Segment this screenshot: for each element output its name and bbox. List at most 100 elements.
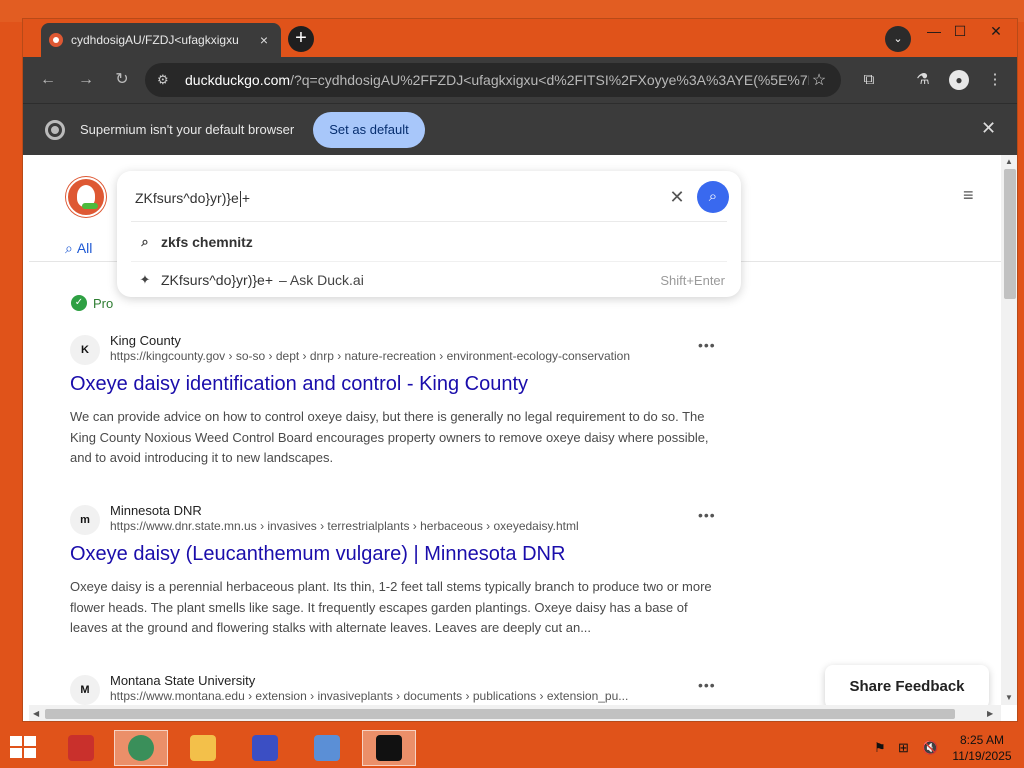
horizontal-scroll-thumb[interactable] [45,709,955,719]
result-url[interactable]: https://www.montana.edu › extension › in… [110,689,700,703]
flag-tray-icon[interactable]: ⚑ [874,740,886,756]
browser-app-icon [128,735,154,761]
protection-status[interactable]: ✓ Pro [71,295,113,311]
result-site-name[interactable]: King County [110,333,181,348]
result-favicon-icon: M [70,675,100,705]
tab-all[interactable]: ⌕ All [65,233,92,263]
browser-menu-icon[interactable]: ⋮ [983,68,1007,92]
suggestion-text: zkfs chemnitz [161,234,253,250]
browser-tab[interactable]: cydhdosigAU/FZDJ<ufagkxigxu × [41,23,281,57]
result-url[interactable]: https://www.dnr.state.mn.us › invasives … [110,519,700,533]
text-caret [239,191,241,208]
taskbar-app-terminal[interactable] [362,730,416,766]
search-submit-button[interactable]: ⌕ [697,181,729,213]
web-page: ≡ ⌕ All ✓ Pro K King County https://king… [29,155,1001,705]
duck-ai-sparkle-icon: ✦ [139,272,151,287]
address-domain: duckduckgo.com [185,72,291,88]
search-query-text: ZKfsurs^do}yr)}e [135,190,239,206]
profile-avatar-icon[interactable]: ● [949,70,969,90]
taskbar-app-settings[interactable] [238,730,292,766]
scroll-up-icon[interactable]: ▲ [1005,157,1013,166]
hamburger-menu-icon[interactable]: ≡ [963,185,974,206]
ask-duck-ai-item[interactable]: ✦ ZKfsurs^do}yr)}e+ – Ask Duck.ai Shift+… [135,267,725,293]
site-settings-icon[interactable]: ⚙ [157,72,177,88]
forward-button[interactable]: → [75,69,97,91]
tab-close-icon[interactable]: × [255,32,273,48]
bookmark-star-icon[interactable]: ☆ [809,70,829,90]
terminal-icon [376,735,402,761]
default-browser-infobar: Supermium isn't your default browser Set… [23,103,1017,155]
tab-bar: cydhdosigAU/FZDJ<ufagkxigxu × + ⌄ — ☐ ✕ [23,19,1017,57]
address-path: /?q=cydhdosigAU%2FFZDJ<ufagkxigxu<d%2FIT… [290,72,809,88]
maximize-button[interactable]: ☐ [945,23,975,40]
search-dropdown-divider [131,221,727,222]
start-button[interactable] [10,736,38,760]
start-logo-pane [24,736,36,746]
system-clock[interactable]: 8:25 AM 11/19/2025 [944,732,1020,764]
browser-toolbar: ← → ↻ ⚙ duckduckgo.com/?q=cydhdosigAU%2F… [23,57,1017,103]
tab-title: cydhdosigAU/FZDJ<ufagkxigxu [71,33,239,47]
start-logo-pane [10,748,22,758]
vertical-scrollbar[interactable]: ▲ ▼ [1001,155,1017,705]
taskbar-app-file-explorer[interactable] [176,730,230,766]
set-as-default-button[interactable]: Set as default [313,112,425,148]
toolbox-icon [68,735,94,761]
taskbar: ⚑ ⊞ 🔇 8:25 AM 11/19/2025 [0,728,1024,768]
result-more-icon[interactable]: ••• [698,337,716,353]
clear-search-icon[interactable]: ✕ [665,185,689,209]
suggestion-item[interactable]: ⌕ zkfs chemnitz [135,229,725,255]
start-logo-pane [10,736,22,746]
duckduckgo-favicon-icon [49,33,63,47]
address-url[interactable]: duckduckgo.com/?q=cydhdosigAU%2FFZDJ<ufa… [185,72,809,88]
result-favicon-icon: K [70,335,100,365]
search-input[interactable]: ZKfsurs^do}yr)}e + [135,185,655,211]
result-snippet: We can provide advice on how to control … [70,409,709,465]
taskbar-app-control-panel[interactable] [300,730,354,766]
result-more-icon[interactable]: ••• [698,677,716,693]
duckduckgo-logo[interactable] [66,177,106,217]
result-site-name[interactable]: Minnesota DNR [110,503,202,518]
search-icon: ⌕ [141,234,149,249]
search-box: ZKfsurs^do}yr)}e + ✕ ⌕ ⌕ zkfs chemnitz ✦ … [117,171,741,297]
search-icon: ⌕ [65,239,73,256]
result-snippet: Oxeye daisy is a perennial herbaceous pl… [70,579,712,635]
result-favicon-icon: m [70,505,100,535]
taskbar-app-toolbox[interactable] [54,730,108,766]
infobar-message: Supermium isn't your default browser [80,122,295,137]
vertical-scroll-thumb[interactable] [1004,169,1016,299]
network-tray-icon[interactable]: ⊞ [898,740,909,756]
search-query-tail: + [241,190,251,206]
horizontal-scrollbar[interactable]: ◀ ▶ [29,705,1001,721]
reload-button[interactable]: ↻ [111,69,133,91]
scroll-down-icon[interactable]: ▼ [1005,693,1013,702]
scroll-right-icon[interactable]: ▶ [987,709,993,718]
back-button[interactable]: ← [37,69,59,91]
check-icon: ✓ [71,295,87,311]
shortcut-hint: Shift+Enter [660,272,725,288]
result-url[interactable]: https://kingcounty.gov › so-so › dept › … [110,349,700,363]
address-bar[interactable]: ⚙ duckduckgo.com/?q=cydhdosigAU%2FFZDJ<u… [145,63,841,97]
result-site-name[interactable]: Montana State University [110,673,255,688]
extensions-icon[interactable]: ⧉ [857,68,881,92]
infobar-close-icon[interactable]: ✕ [981,118,996,139]
tab-all-label: All [76,240,93,256]
taskbar-app-browser[interactable] [114,730,168,766]
tab-search-button[interactable]: ⌄ [885,26,911,52]
protection-text: Pro [93,295,114,311]
control-panel-icon [314,735,340,761]
new-tab-button[interactable]: + [288,26,314,52]
folder-icon [190,735,216,761]
ask-query-text: ZKfsurs^do}yr)}e+ [161,272,274,288]
labs-flask-icon[interactable]: ⚗ [911,68,935,92]
start-logo-pane [24,748,36,758]
suggestion-divider [131,261,727,262]
ask-duck-ai-label: – Ask Duck.ai [279,272,364,288]
result-title-link[interactable]: Oxeye daisy (Leucanthemum vulgare) | Min… [70,543,565,566]
clock-date: 11/19/2025 [952,749,1012,763]
result-title-link[interactable]: Oxeye daisy identification and control -… [70,373,528,396]
scroll-left-icon[interactable]: ◀ [33,709,39,718]
volume-muted-icon[interactable]: 🔇 [922,740,938,756]
result-more-icon[interactable]: ••• [698,507,716,523]
close-window-button[interactable]: ✕ [978,23,1014,40]
share-feedback-button[interactable]: Share Feedback [825,665,989,705]
